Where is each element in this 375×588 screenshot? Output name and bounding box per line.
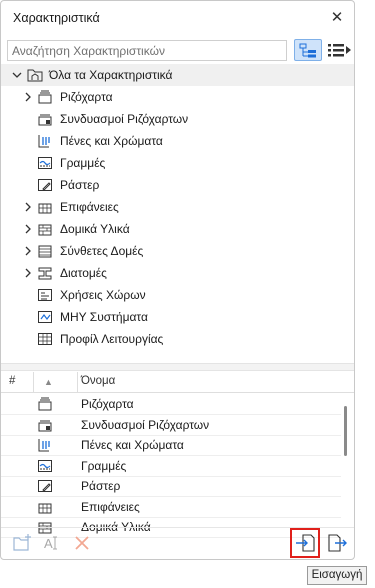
tree-item-label: Γραμμές	[60, 156, 106, 170]
list-scrollbar[interactable]	[344, 406, 347, 456]
tree-item-label: Διατομές	[60, 266, 107, 280]
tree-item-label: Δομικά Υλικά	[60, 222, 130, 236]
tree-item-label: Επιφάνειες	[60, 200, 119, 214]
pen-sets-icon	[38, 114, 52, 126]
tree-item[interactable]: Συνδυασμοί Ριζόχαρτων	[1, 108, 354, 130]
surfaces-icon	[38, 203, 52, 214]
chevron-down-icon[interactable]	[12, 70, 22, 80]
column-name[interactable]: Όνομα	[81, 375, 115, 387]
pens-stack-icon	[38, 397, 52, 411]
attributes-window: Χαρακτηριστικά ✕ Αναζήτηση Χαρακτηριστικ…	[0, 0, 355, 560]
tree-item-label: ΜΗΥ Συστήματα	[60, 310, 148, 324]
tree-view-icon	[299, 43, 316, 58]
export-icon[interactable]	[326, 532, 348, 554]
tree-item-label: Συνδυασμοί Ριζόχαρτων	[60, 112, 189, 126]
operation-profiles-icon	[38, 333, 52, 345]
svg-text:A: A	[44, 536, 53, 551]
list-row-label: Γραμμές	[81, 458, 127, 473]
list-row-label: Επιφάνειες	[81, 499, 140, 514]
tree-item[interactable]: Γραμμές	[1, 152, 354, 174]
chevron-right-icon[interactable]	[23, 268, 33, 278]
tree-item[interactable]: Σύνθετες Δομές	[1, 240, 354, 262]
tree-item-label: Ράστερ	[60, 178, 100, 192]
tree-item-label: Σύνθετες Δομές	[60, 244, 144, 258]
tree-item[interactable]: Χρήσεις Χώρων	[1, 284, 354, 306]
tree-root-label: Όλα τα Χαρακτηριστικά	[49, 68, 173, 82]
list-row-label: Συνδυασμοί Ριζόχαρτων	[81, 417, 210, 432]
title-bar: Χαρακτηριστικά ✕	[1, 1, 354, 35]
list-row-label: Ράστερ	[81, 479, 121, 493]
tree-item-label: Πένες και Χρώματα	[60, 134, 163, 148]
column-number[interactable]: #	[9, 375, 15, 387]
line-types-icon	[38, 157, 52, 169]
composites-icon	[38, 245, 52, 258]
list-row[interactable]: Ριζόχαρτα	[1, 394, 341, 415]
search-input[interactable]	[7, 40, 287, 61]
tree-item[interactable]: Επιφάνειες	[1, 196, 354, 218]
profiles-icon	[38, 267, 52, 280]
chevron-right-icon[interactable]	[23, 92, 33, 102]
fill-icon	[38, 179, 52, 191]
sort-ascending-icon[interactable]: ▲	[44, 377, 53, 387]
tree-item[interactable]: Ριζόχαρτα	[1, 86, 354, 108]
list-row-label: Πένες και Χρώματα	[81, 438, 184, 452]
tree-item[interactable]: Δομικά Υλικά	[1, 218, 354, 240]
tree-root[interactable]: Όλα τα Χαρακτηριστικά	[1, 64, 354, 86]
pens-stack-icon	[38, 90, 52, 104]
chevron-right-icon[interactable]	[23, 224, 33, 234]
new-folder-icon[interactable]	[11, 532, 33, 554]
list-view-icon	[328, 44, 351, 57]
tree-item-label: Προφίλ Λειτουργίας	[60, 332, 164, 346]
tree-item[interactable]: Διατομές	[1, 262, 354, 284]
list-header: # ▲ Όνομα	[1, 372, 354, 393]
tree-item[interactable]: Ράστερ	[1, 174, 354, 196]
fill-icon	[38, 480, 52, 492]
line-types-icon	[38, 459, 52, 472]
list-row[interactable]: Ράστερ	[1, 476, 341, 497]
chevron-right-icon[interactable]	[23, 202, 33, 212]
delete-icon[interactable]	[71, 532, 93, 554]
tree-item-label: Χρήσεις Χώρων	[60, 288, 146, 302]
tree-view-button[interactable]	[294, 39, 322, 61]
surfaces-icon	[38, 503, 52, 513]
mep-systems-icon	[38, 311, 52, 323]
tree-item[interactable]: Προφίλ Λειτουργίας	[1, 328, 354, 350]
zone-categories-icon	[38, 289, 52, 301]
import-tooltip: Εισαγωγή	[307, 566, 367, 585]
pens-colors-icon	[38, 135, 50, 148]
close-icon[interactable]: ✕	[326, 7, 348, 29]
chevron-right-icon[interactable]	[23, 246, 33, 256]
import-button-highlight[interactable]	[290, 528, 320, 558]
building-materials-icon	[38, 224, 52, 236]
tree-item-label: Ριζόχαρτα	[60, 90, 113, 104]
list-view-button[interactable]	[326, 40, 352, 60]
list-row-label: Ριζόχαρτα	[81, 397, 134, 411]
all-attributes-icon	[27, 69, 43, 82]
attribute-tree: Όλα τα Χαρακτηριστικά Ριζόχαρτα Συνδυασμο…	[1, 64, 354, 361]
tree-item[interactable]: Πένες και Χρώματα	[1, 130, 354, 152]
list-row[interactable]: Γραμμές	[1, 456, 341, 477]
list-row[interactable]: Επιφάνειες	[1, 497, 341, 518]
tree-item[interactable]: ΜΗΥ Συστήματα	[1, 306, 354, 328]
pane-splitter[interactable]	[1, 363, 354, 371]
rename-icon[interactable]: A	[41, 532, 63, 554]
list-row[interactable]: Πένες και Χρώματα	[1, 435, 341, 456]
window-title: Χαρακτηριστικά	[13, 11, 100, 25]
list-row[interactable]: Συνδυασμοί Ριζόχαρτων	[1, 415, 341, 436]
pen-sets-icon	[38, 420, 52, 431]
pens-colors-icon	[38, 439, 50, 452]
